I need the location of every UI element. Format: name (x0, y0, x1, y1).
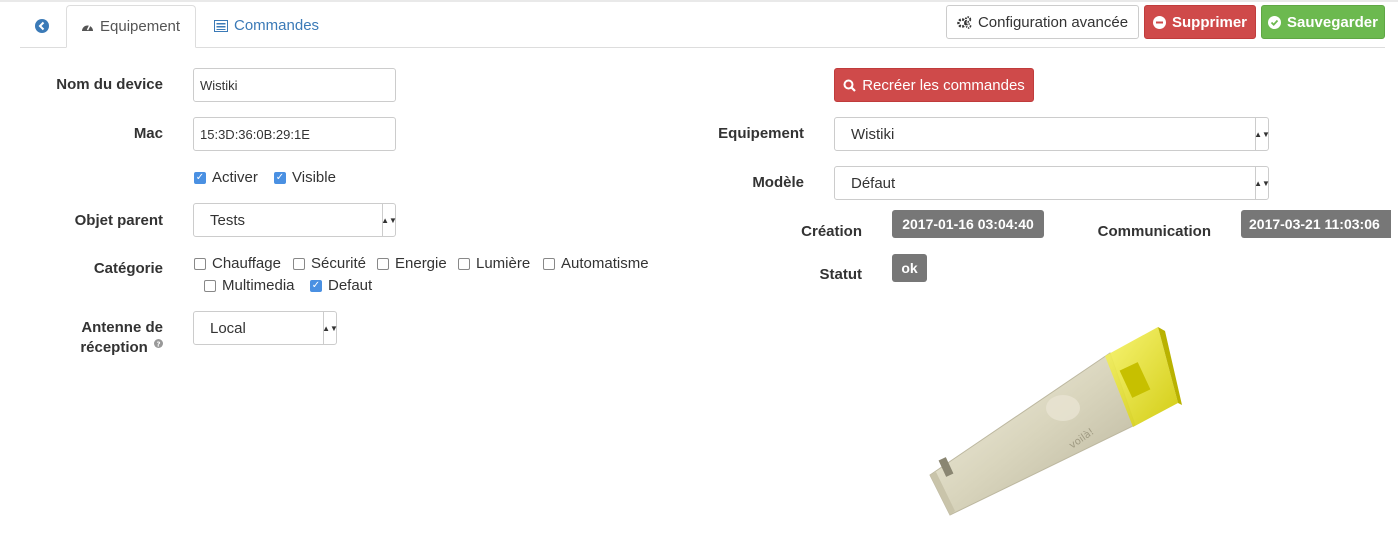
status-badge: ok (892, 254, 927, 282)
checkbox-icon (194, 257, 206, 270)
arrow-left-circle-icon (35, 18, 49, 33)
dashboard-icon (82, 24, 93, 31)
advanced-config-button[interactable]: Configuration avancée (946, 5, 1139, 39)
equipment-label: Equipement (718, 125, 804, 142)
antenna-label-line1: Antenne de (81, 319, 163, 336)
model-select[interactable]: Défaut ▲▼ (834, 166, 1270, 200)
equipment-select[interactable]: Wistiki ▲▼ (834, 117, 1270, 151)
checkbox-icon (543, 257, 555, 270)
save-button[interactable]: Sauvegarder (1261, 5, 1385, 39)
category-lumiere-label: Lumière (476, 255, 531, 272)
communication-date-badge: 2017-03-21 11:03:06 (1241, 210, 1391, 238)
category-defaut[interactable]: ✓ Defaut (310, 277, 372, 294)
category-defaut-label: Defaut (328, 277, 373, 294)
creation-date-badge: 2017-01-16 03:04:40 (892, 210, 1044, 238)
delete-button[interactable]: Supprimer (1144, 5, 1256, 39)
visible-checkbox[interactable]: ✓ Visible (274, 169, 336, 186)
back-tab[interactable] (20, 5, 64, 46)
tab-equipement-label: Equipement (100, 18, 181, 35)
top-divider (0, 0, 1398, 2)
model-label: Modèle (752, 174, 804, 191)
parent-object-select[interactable]: Tests ▲▼ (193, 203, 397, 237)
device-image: voilà! (929, 327, 1182, 516)
tab-commandes[interactable]: Commandes (200, 5, 333, 46)
select-arrows-icon: ▲▼ (1254, 167, 1270, 199)
checkbox-icon (458, 257, 470, 270)
category-chauffage[interactable]: Chauffage (194, 255, 281, 272)
activate-label: Activer (212, 169, 258, 186)
checkbox-icon (377, 257, 389, 270)
recreate-commands-label: Recréer les commandes (862, 76, 1025, 94)
tab-commandes-label: Commandes (234, 17, 320, 34)
category-energie[interactable]: Energie (377, 255, 447, 272)
model-value: Défaut (851, 174, 896, 192)
category-securite[interactable]: Sécurité (293, 255, 366, 272)
category-multimedia-label: Multimedia (222, 277, 295, 294)
select-arrows-icon: ▲▼ (322, 312, 338, 344)
tab-equipement[interactable]: Equipement (66, 5, 196, 48)
category-chauffage-label: Chauffage (212, 255, 281, 272)
question-circle-icon[interactable]: ? (154, 339, 163, 348)
check-icon: ✓ (310, 279, 322, 292)
check-circle-icon (1268, 15, 1282, 29)
mac-label: Mac (133, 125, 163, 142)
select-arrows-icon: ▲▼ (1254, 118, 1270, 150)
parent-object-label: Objet parent (74, 212, 163, 229)
check-icon: ✓ (194, 171, 206, 184)
visible-label: Visible (292, 169, 336, 186)
advanced-config-label: Configuration avancée (977, 13, 1129, 31)
svg-text:?: ? (156, 340, 160, 348)
minus-circle-icon (1152, 15, 1166, 29)
category-lumiere[interactable]: Lumière (458, 255, 530, 272)
antenna-select[interactable]: Local ▲▼ (193, 311, 338, 345)
communication-label: Communication (1097, 223, 1211, 240)
category-automatisme[interactable]: Automatisme (543, 255, 649, 272)
cogs-icon (957, 15, 972, 29)
category-multimedia[interactable]: Multimedia (204, 277, 295, 294)
save-label: Sauvegarder (1287, 13, 1378, 31)
device-name-label: Nom du device (56, 76, 163, 93)
category-automatisme-label: Automatisme (561, 255, 649, 272)
check-icon: ✓ (274, 171, 286, 184)
list-icon (214, 19, 228, 32)
device-name-input[interactable]: Wistiki (193, 68, 396, 102)
category-label: Catégorie (93, 260, 163, 277)
select-arrows-icon: ▲▼ (381, 204, 397, 236)
status-label: Statut (819, 266, 863, 283)
antenna-label: Antenne de réception ? (40, 319, 163, 356)
recreate-commands-button[interactable]: Recréer les commandes (834, 68, 1034, 102)
category-energie-label: Energie (395, 255, 447, 272)
parent-object-value: Tests (210, 211, 246, 229)
checkbox-icon (293, 257, 305, 270)
antenna-value: Local (210, 319, 246, 337)
delete-label: Supprimer (1171, 13, 1247, 31)
antenna-label-line2: réception (80, 339, 148, 356)
activate-checkbox[interactable]: ✓ Activer (194, 169, 258, 186)
search-icon (843, 79, 856, 92)
mac-input[interactable]: 15:3D:36:0B:29:1E (193, 117, 396, 151)
equipment-value: Wistiki (851, 125, 895, 143)
category-securite-label: Sécurité (311, 255, 367, 272)
creation-label: Création (801, 223, 862, 240)
checkbox-icon (204, 279, 216, 292)
